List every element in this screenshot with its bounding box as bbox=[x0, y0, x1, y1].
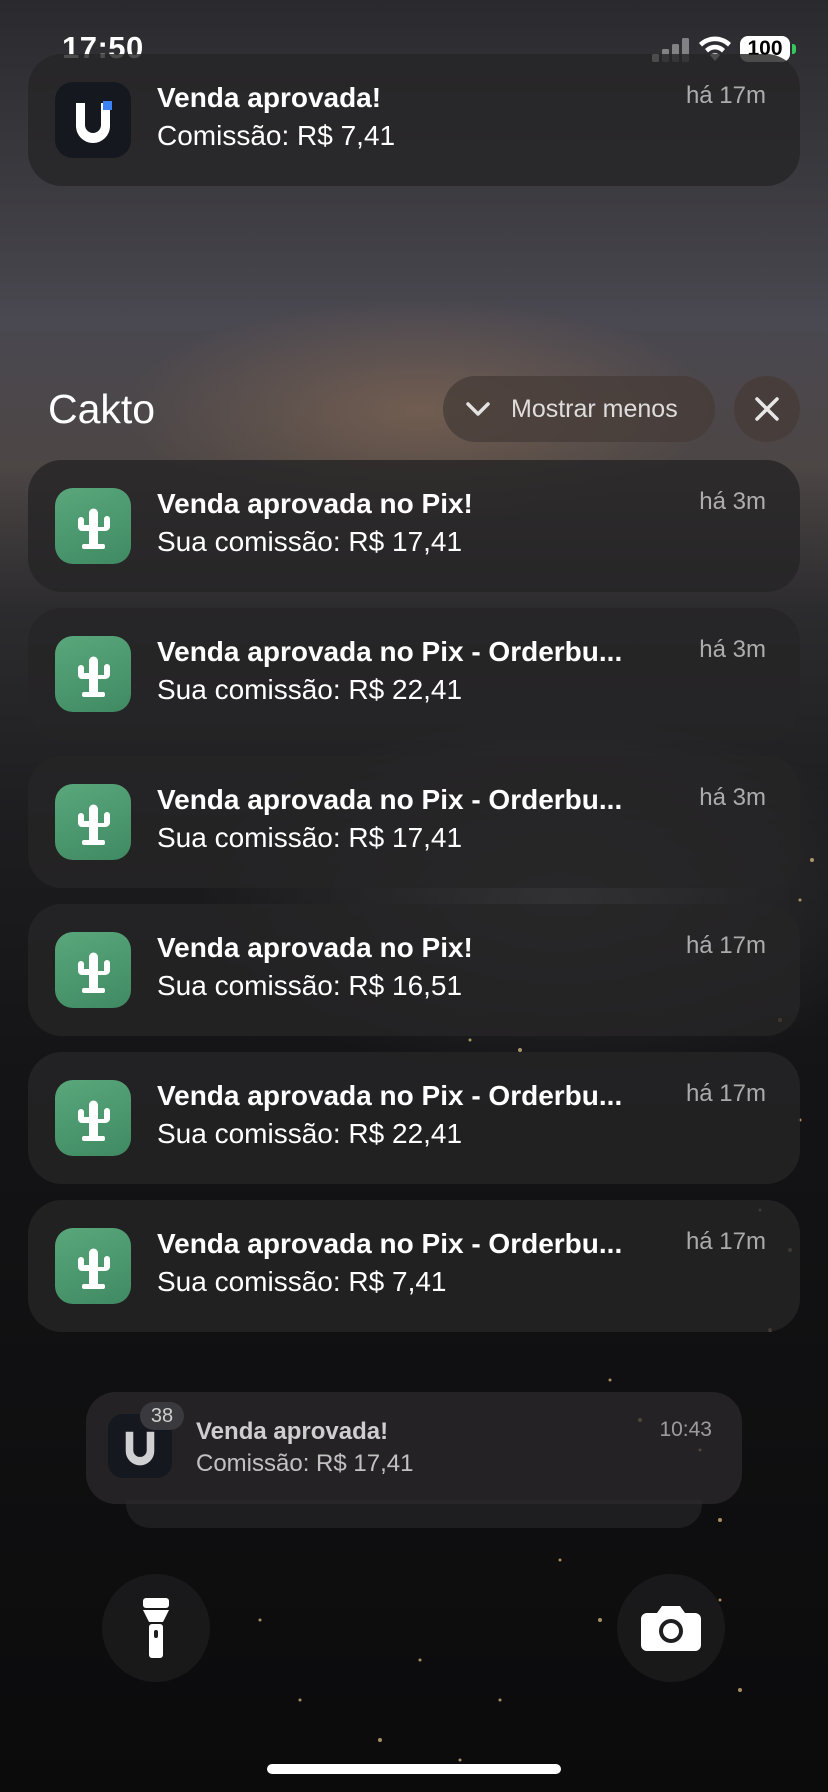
notification-title: Venda aprovada no Pix - Orderbu... bbox=[157, 1080, 623, 1111]
u-logo-icon bbox=[55, 82, 131, 158]
notification-title: Venda aprovada no Pix - Orderbu... bbox=[157, 1228, 623, 1259]
notification-body: Sua comissão: R$ 17,41 bbox=[157, 526, 463, 557]
notification-body: Sua comissão: R$ 22,41 bbox=[157, 1118, 463, 1149]
notification-time: há 17m bbox=[685, 1228, 766, 1255]
show-less-button[interactable]: Mostrar menos bbox=[443, 376, 715, 442]
group-title: Cakto bbox=[48, 386, 156, 432]
notification-body: Sua comissão: R$ 7,41 bbox=[157, 1266, 447, 1297]
notification-body: Sua comissão: R$ 17,41 bbox=[157, 822, 463, 853]
stacked-notification-shadow bbox=[126, 1500, 702, 1528]
cactus-icon bbox=[55, 932, 131, 1008]
cakto-notification[interactable]: Venda aprovada no Pix - Orderbu... Sua co… bbox=[28, 756, 800, 888]
notification-title: Venda aprovada no Pix! bbox=[157, 488, 473, 519]
notification-time: há 3m bbox=[699, 488, 766, 515]
notification-time: há 3m bbox=[699, 784, 766, 811]
camera-icon bbox=[641, 1606, 701, 1651]
close-icon bbox=[755, 397, 779, 421]
cactus-icon bbox=[55, 784, 131, 860]
notification-time: há 17m bbox=[685, 1080, 766, 1107]
notification-group-header: Cakto Mostrar menos bbox=[48, 374, 800, 446]
cakto-notification[interactable]: Venda aprovada no Pix - Orderbu... Sua co… bbox=[28, 1052, 800, 1184]
cakto-notification[interactable]: Venda aprovada no Pix - Orderbu... Sua co… bbox=[28, 1200, 800, 1332]
notification-time: 10:43 bbox=[659, 1418, 712, 1441]
camera-button[interactable] bbox=[617, 1574, 725, 1682]
flashlight-icon bbox=[143, 1598, 169, 1658]
cakto-notification[interactable]: Venda aprovada no Pix! Sua comissão: R$ 1… bbox=[28, 460, 800, 592]
notification-time: há 3m bbox=[699, 636, 766, 663]
cakto-notification[interactable]: Venda aprovada no Pix - Orderbu... Sua co… bbox=[28, 608, 800, 740]
clear-group-button[interactable] bbox=[734, 376, 800, 442]
notification-body: Comissão: R$ 7,41 bbox=[157, 120, 396, 151]
cactus-icon bbox=[55, 488, 131, 564]
flashlight-button[interactable] bbox=[102, 1574, 210, 1682]
stack-count-badge: 38 bbox=[140, 1402, 184, 1430]
notification-body: Comissão: R$ 17,41 bbox=[196, 1450, 414, 1477]
notification-title: Venda aprovada no Pix - Orderbu... bbox=[157, 784, 623, 815]
notification-title: Venda aprovada! bbox=[196, 1418, 389, 1445]
notification-title: Venda aprovada! bbox=[157, 82, 382, 113]
notification-u-app[interactable]: Venda aprovada! Comissão: R$ 7,41 há 17m bbox=[28, 54, 800, 186]
battery-charging-tip bbox=[792, 44, 796, 54]
notification-body: Sua comissão: R$ 22,41 bbox=[157, 674, 463, 705]
cakto-notification[interactable]: Venda aprovada no Pix! Sua comissão: R$ 1… bbox=[28, 904, 800, 1036]
show-less-label: Mostrar menos bbox=[511, 394, 678, 423]
cactus-icon bbox=[55, 1080, 131, 1156]
cactus-icon bbox=[55, 1228, 131, 1304]
home-indicator[interactable] bbox=[267, 1764, 561, 1774]
notification-time: há 17m bbox=[685, 82, 766, 109]
notification-title: Venda aprovada no Pix! bbox=[157, 932, 473, 963]
stacked-notification[interactable]: 38 Venda aprovada! Comissão: R$ 17,41 10… bbox=[86, 1392, 742, 1504]
notification-title: Venda aprovada no Pix - Orderbu... bbox=[157, 636, 623, 667]
notification-body: Sua comissão: R$ 16,51 bbox=[157, 970, 463, 1001]
chevron-down-icon bbox=[466, 402, 490, 416]
cactus-icon bbox=[55, 636, 131, 712]
notification-time: há 17m bbox=[685, 932, 766, 959]
